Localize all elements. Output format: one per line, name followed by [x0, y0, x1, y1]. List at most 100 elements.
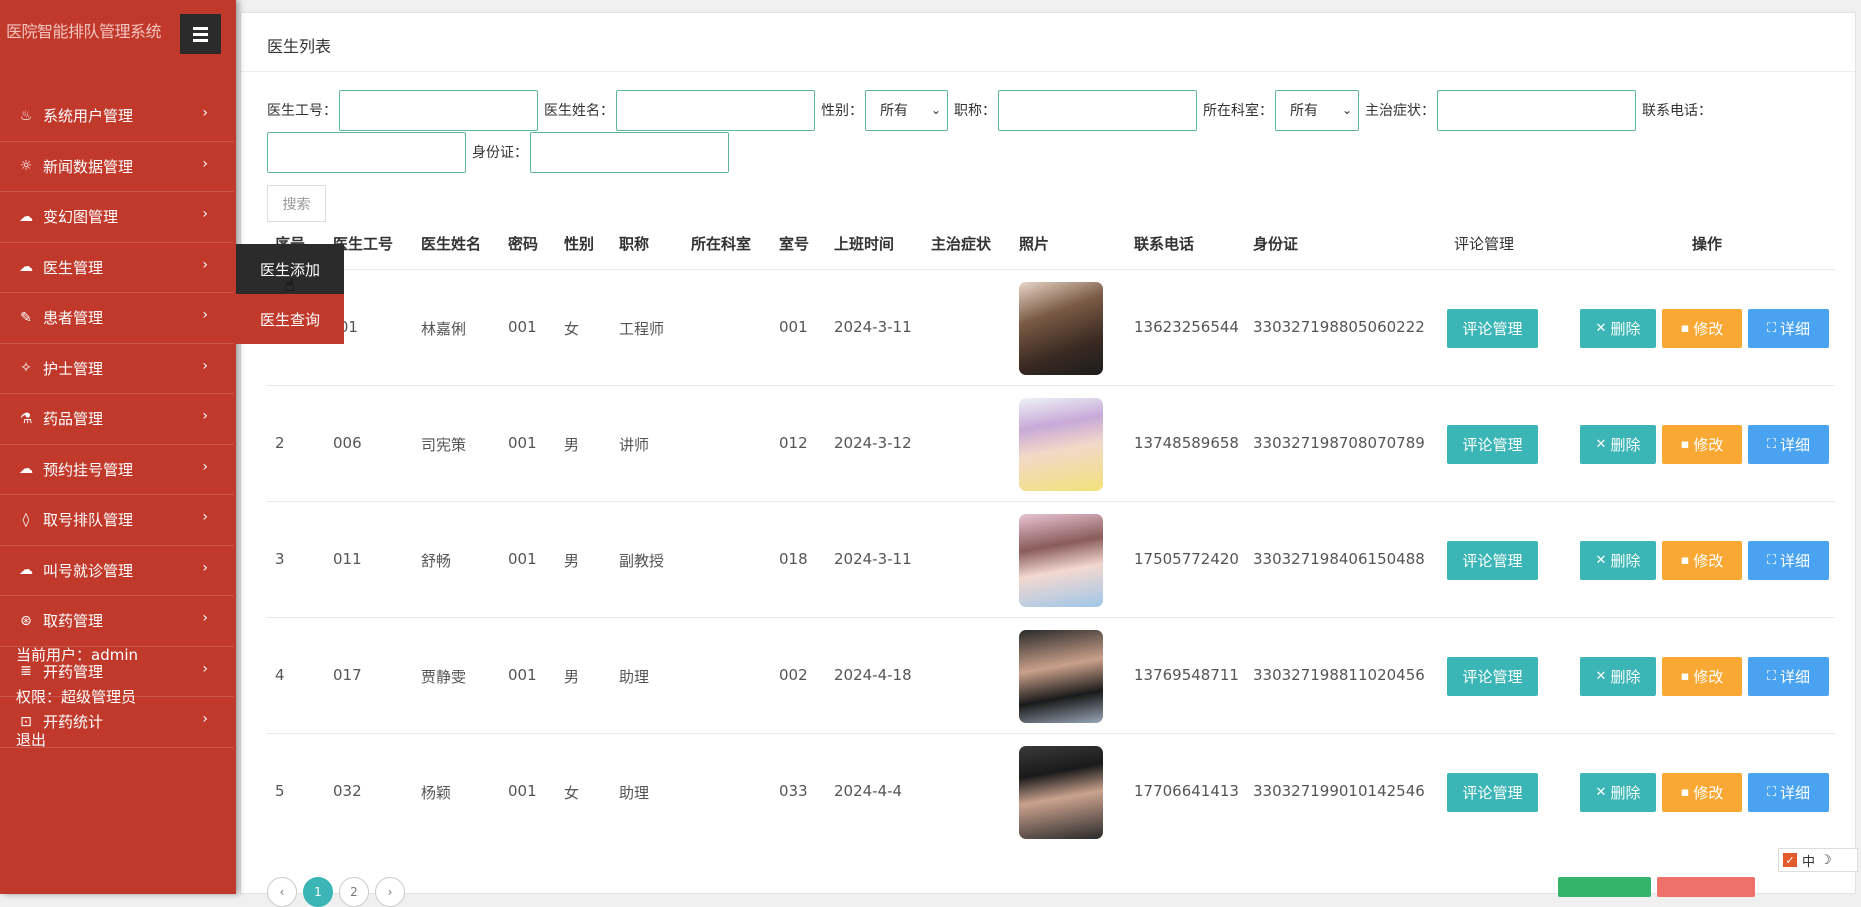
sidebar-item-9[interactable]: ☁ 叫号就诊管理 ›: [0, 546, 234, 596]
gender-label: 性别：: [821, 103, 863, 119]
sidebar-item-label: 预约挂号管理: [43, 460, 134, 479]
title-input[interactable]: [998, 89, 1197, 131]
col-dept: 所在科室: [691, 235, 752, 253]
edit-button[interactable]: ▪ 修改: [1662, 541, 1742, 580]
table-row: )01 林嘉俐 001 女工程师 001 2024-3-11 13623256544 3303…: [267, 269, 1835, 385]
cell-password: 001: [508, 434, 537, 452]
edit-button[interactable]: ▪ 修改: [1662, 773, 1742, 812]
current-user: 当前用户：admin: [16, 646, 139, 664]
menu-toggle-button[interactable]: [180, 14, 221, 54]
palette-icon: ♨: [19, 107, 33, 124]
delete-button[interactable]: ✕ 删除: [1580, 541, 1656, 580]
col-room: 室号: [779, 235, 810, 253]
cell-room: 012: [779, 434, 808, 452]
phone-input[interactable]: [267, 131, 466, 173]
database-icon: ≣: [20, 663, 32, 680]
divider: [241, 71, 1855, 72]
cell-title: 工程师: [619, 320, 665, 338]
edit-button[interactable]: ▪ 修改: [1662, 309, 1742, 348]
cell-id-card: 330327198805060222: [1253, 318, 1425, 336]
sidebar-item-10[interactable]: ⊛ 取药管理 ›: [0, 596, 234, 647]
table-row: 3 011 舒畅 001 男 副教授 018 2024-3-11 17505772420 3303…: [267, 501, 1835, 617]
doctor-photo: [1019, 398, 1103, 491]
sidebar-item-8[interactable]: ◊ 取号排队管理 ›: [0, 495, 234, 546]
doctor-name-input[interactable]: [616, 89, 815, 131]
doctor-photo: [1019, 630, 1103, 723]
review-button[interactable]: 评论管理: [1447, 657, 1538, 696]
doctor-photo: [1019, 514, 1103, 607]
chevron-right-icon: ›: [202, 206, 208, 222]
gender-select[interactable]: 所有 ⌄: [865, 89, 948, 131]
doctor-id-input[interactable]: [339, 89, 538, 131]
cell-index: 4: [275, 666, 285, 684]
page-2-button[interactable]: 2: [339, 877, 369, 907]
col-review: 评论管理: [1454, 235, 1515, 253]
ime-toolbar[interactable]: ✓ 中 ☽: [1778, 848, 1858, 872]
cell-shift: 2024-4-4: [834, 782, 903, 800]
delete-button[interactable]: ✕ 删除: [1580, 309, 1656, 348]
cell-password: 001: [508, 550, 537, 568]
close-icon: ✕: [1595, 553, 1607, 568]
detail-button[interactable]: ⛶ 详细: [1748, 425, 1829, 464]
cell-phone: 17505772420: [1134, 550, 1239, 568]
chevron-right-icon: ›: [202, 711, 208, 727]
lock-icon: ⊡: [20, 713, 32, 730]
sidebar-item-4[interactable]: ✎ 患者管理 ›: [0, 293, 234, 344]
detail-button[interactable]: ⛶ 详细: [1748, 773, 1829, 812]
sidebar-item-7[interactable]: ☁ 预约挂号管理 ›: [0, 445, 234, 495]
sidebar-item-2[interactable]: ☁ 变幻图管理 ›: [0, 192, 234, 243]
review-button[interactable]: 评论管理: [1447, 773, 1538, 812]
chevron-right-icon: ›: [202, 559, 208, 576]
cell-index: 3: [275, 550, 285, 568]
cell-shift: 2024-3-11: [834, 318, 912, 336]
sidebar-item-6[interactable]: ⚗ 药品管理 ›: [0, 394, 234, 445]
submenu-item-doctor-query[interactable]: 医生查询: [236, 294, 344, 344]
symptom-input[interactable]: [1437, 89, 1636, 131]
cloud-icon: ☁: [19, 562, 33, 579]
detail-button[interactable]: ⛶ 详细: [1748, 541, 1829, 580]
red-action-button[interactable]: [1657, 877, 1755, 897]
id-card-input[interactable]: [530, 131, 729, 173]
edit-button[interactable]: ▪ 修改: [1662, 657, 1742, 696]
detail-button[interactable]: ⛶ 详细: [1748, 309, 1829, 348]
sidebar-item-1[interactable]: ☼ 新闻数据管理 ›: [0, 142, 234, 192]
dept-select[interactable]: 所有 ⌄: [1275, 89, 1359, 131]
title-label: 职称：: [954, 103, 996, 119]
chevron-right-icon: ›: [202, 256, 208, 273]
cell-gender: 男: [564, 436, 580, 454]
file-icon: ▪: [1680, 785, 1690, 800]
col-doctor-name: 医生姓名: [421, 235, 482, 253]
col-title: 职称: [619, 235, 650, 253]
review-button[interactable]: 评论管理: [1447, 541, 1538, 580]
sidebar-item-0[interactable]: ♨ 系统用户管理 ›: [0, 91, 234, 142]
detail-button[interactable]: ⛶ 详细: [1748, 657, 1829, 696]
search-button[interactable]: 搜索: [267, 185, 326, 222]
drop-icon: ◊: [22, 511, 30, 528]
doctor-id-label: 医生工号：: [267, 103, 337, 119]
review-button[interactable]: 评论管理: [1447, 309, 1538, 348]
logout-link[interactable]: 退出: [16, 729, 46, 750]
permission-label: 权限：超级管理员: [16, 688, 137, 706]
sidebar-item-label: 变幻图管理: [43, 208, 119, 227]
next-page-button[interactable]: ›: [375, 877, 405, 907]
col-photo: 照片: [1019, 235, 1050, 253]
delete-button[interactable]: ✕ 删除: [1580, 773, 1656, 812]
cell-password: 001: [508, 666, 537, 684]
edit-button[interactable]: ▪ 修改: [1662, 425, 1742, 464]
page-1-button[interactable]: 1: [303, 877, 333, 907]
chevron-right-icon: ›: [202, 660, 208, 677]
delete-button[interactable]: ✕ 删除: [1580, 657, 1656, 696]
cell-doctor-name: 司宪策: [421, 436, 467, 454]
green-action-button[interactable]: [1558, 877, 1651, 897]
delete-button[interactable]: ✕ 删除: [1580, 425, 1656, 464]
review-button[interactable]: 评论管理: [1447, 425, 1538, 464]
hamburger-icon: [193, 26, 208, 30]
file-icon: ▪: [1680, 321, 1690, 336]
cell-password: 001: [508, 782, 537, 800]
col-password: 密码: [508, 235, 539, 253]
sidebar-item-label: 患者管理: [43, 309, 104, 328]
chevron-right-icon: ›: [202, 408, 208, 424]
prev-page-button[interactable]: ‹: [267, 877, 297, 907]
sidebar-item-3[interactable]: ☁ 医生管理 ›: [0, 243, 234, 293]
sidebar-item-5[interactable]: ✧ 护士管理 ›: [0, 344, 234, 394]
